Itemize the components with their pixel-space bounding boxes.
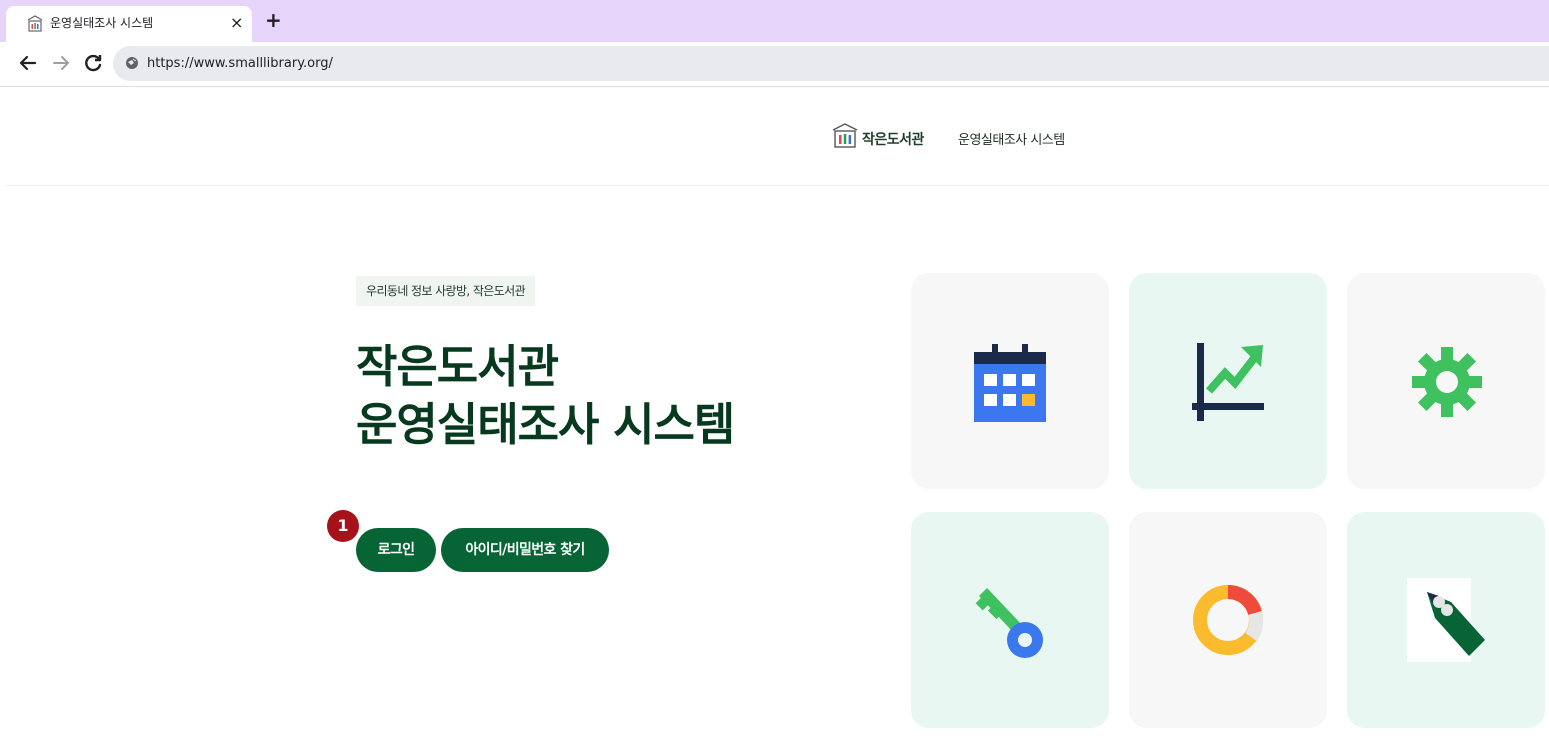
page-title-line-1: 작은도서관	[356, 340, 559, 393]
page-title-line-2: 운영실태조사 시스템	[356, 398, 735, 451]
site-info-icon[interactable]	[125, 56, 139, 70]
url-text: https://www.smalllibrary.org/	[147, 56, 333, 71]
tab-close-button[interactable]: ×	[230, 13, 243, 33]
site-header: 작은도서관 운영실태조사 시스템	[6, 87, 1549, 186]
browser-tab[interactable]: 운영실태조사 시스템 ×	[6, 6, 252, 42]
chart-icon	[1192, 343, 1264, 421]
browser-toolbar: https://www.smalllibrary.org/	[0, 42, 1549, 87]
gear-icon	[1412, 347, 1482, 417]
gear-card	[1347, 273, 1545, 489]
pencil-card	[1347, 512, 1545, 728]
tab-title: 운영실태조사 시스템	[50, 16, 154, 30]
forward-arrow-icon[interactable]	[50, 52, 72, 74]
calendar-card	[911, 273, 1109, 489]
step-number-badge: 1	[327, 510, 359, 542]
pencil-icon	[1407, 578, 1485, 662]
header-subtitle: 운영실태조사 시스템	[958, 133, 1065, 148]
new-tab-button[interactable]: +	[265, 10, 282, 30]
address-bar[interactable]: https://www.smalllibrary.org/	[113, 46, 1549, 81]
find-id-password-button[interactable]: 아이디/비밀번호 찾기	[441, 528, 609, 572]
key-card	[911, 512, 1109, 728]
key-icon	[975, 588, 1043, 658]
tagline-badge: 우리동네 정보 사랑방, 작은도서관	[356, 276, 536, 306]
calendar-icon	[974, 344, 1046, 422]
library-favicon-icon	[27, 15, 43, 32]
login-button[interactable]: 로그인	[356, 528, 436, 572]
chart-card	[1129, 273, 1327, 489]
page-title: 작은도서관 운영실태조사 시스템	[356, 338, 735, 454]
donut-chart-icon	[1193, 585, 1264, 655]
reload-icon[interactable]	[82, 52, 104, 74]
back-arrow-icon[interactable]	[17, 52, 39, 74]
logo-wordmark: 작은도서관	[862, 132, 924, 148]
library-logo-icon	[832, 123, 858, 148]
browser-tab-strip: 운영실태조사 시스템 × +	[0, 0, 1549, 42]
donut-chart-card	[1129, 512, 1327, 728]
